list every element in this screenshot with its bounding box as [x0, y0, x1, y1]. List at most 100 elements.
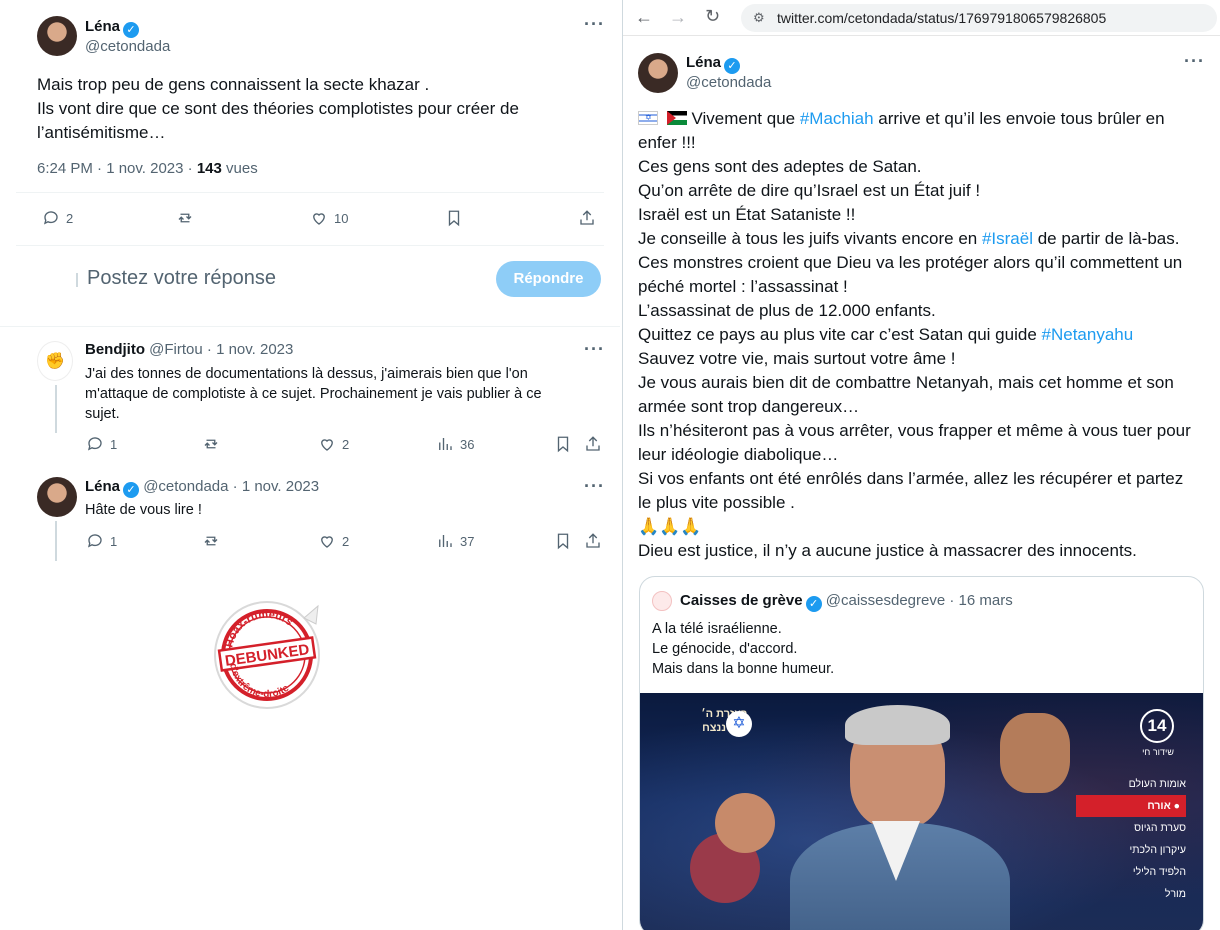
embedded-video[interactable]: בעזרת ה׳ יחד ננצח! ✡ 14 שידור חי אומות ה… [640, 693, 1203, 930]
reply-button[interactable]: 2 [42, 209, 73, 227]
hashtag-link[interactable]: #Netanyahu [1042, 325, 1134, 344]
view-count: 36 [460, 436, 475, 452]
reply-date[interactable]: · 1 nov. 2023 [228, 478, 319, 495]
tweet-line: Ils n’hésiteront pas à vous arrêter, vou… [638, 421, 1191, 440]
author-handle[interactable]: @cetondada [85, 38, 170, 55]
address-bar[interactable]: ⚙ twitter.com/cetondada/status/176979180… [741, 4, 1217, 32]
author-handle[interactable]: @cetondada [686, 74, 771, 91]
tweet-line: Israël est un État Sataniste !! [638, 205, 856, 224]
retweet-icon [178, 213, 192, 223]
retweet-button[interactable] [202, 435, 220, 453]
reply-date[interactable]: · 1 nov. 2023 [203, 341, 293, 358]
like-count: 2 [342, 436, 350, 452]
tweet-line: Je conseille à tous les juifs vivants en… [638, 227, 1213, 251]
back-icon[interactable]: ← [635, 7, 653, 28]
bookmark-button[interactable] [554, 435, 572, 453]
views-button[interactable]: 36 [436, 435, 474, 453]
reply-button[interactable]: 1 [86, 435, 117, 453]
heart-icon [321, 536, 333, 548]
tweet-line: Ils vont dire que ce sont des théories c… [37, 99, 519, 118]
hashtag-link[interactable]: #Israël [982, 229, 1033, 248]
site-settings-icon[interactable]: ⚙ [753, 4, 765, 32]
more-options-icon[interactable]: ··· [584, 339, 605, 360]
forward-icon[interactable]: → [669, 7, 687, 28]
more-options-icon[interactable]: ··· [584, 14, 605, 35]
quoted-text: A la télé israélienne. Le génocide, d'ac… [652, 619, 834, 679]
reply-author-name[interactable]: Léna [85, 478, 120, 495]
avatar[interactable] [638, 53, 678, 93]
analytics-icon [439, 438, 452, 450]
quoted-date[interactable]: · 16 mars [945, 592, 1012, 609]
avatar[interactable] [652, 591, 672, 611]
author-name[interactable]: Léna [85, 18, 120, 35]
bookmark-button[interactable] [554, 532, 572, 550]
tweet-line: Sauvez votre vie, mais surtout votre âme… [638, 349, 956, 368]
share-icon [586, 436, 600, 451]
tweet-text-segment: arrive et qu’il les envoie tous brûler e… [873, 109, 1165, 128]
tweet-line: le plus vite possible . [638, 493, 795, 512]
bookmark-icon [557, 436, 569, 453]
reply-input[interactable]: Postez votre réponse [87, 267, 276, 290]
tweet-time[interactable]: 6:24 PM · 1 nov. 2023 · [37, 160, 197, 177]
like-count: 10 [334, 210, 349, 226]
divider [16, 192, 604, 193]
bookmark-button[interactable] [445, 209, 463, 227]
share-button[interactable] [584, 435, 602, 453]
like-button[interactable]: 2 [318, 532, 349, 550]
program-menu-item: סערת הגיוס [1134, 822, 1186, 834]
reply-submit-button[interactable]: Répondre [496, 261, 601, 297]
like-count: 2 [342, 533, 350, 549]
palestine-flag-icon [666, 111, 687, 125]
share-button[interactable] [578, 209, 596, 227]
reply-header: Bendjito @Firtou · 1 nov. 2023 [85, 341, 293, 358]
bookmark-icon [448, 210, 460, 227]
quoted-line: A la télé israélienne. [652, 621, 782, 637]
author-name[interactable]: Léna [686, 54, 721, 71]
reply-text: Hâte de vous lire ! [85, 502, 202, 518]
quoted-tweet-card[interactable]: Caisses de grève ✓ @caissesdegreve · 16 m… [639, 576, 1204, 930]
reply-count: 2 [66, 210, 74, 226]
author-name-row: Léna ✓ [686, 54, 741, 74]
tweet-line: Qu’on arrête de dire qu’Israel est un Ét… [638, 181, 981, 200]
israel-flag-icon: ✡ [638, 111, 658, 125]
tweet-line: Si vos enfants ont été enrôlés dans l’ar… [638, 469, 1184, 488]
hashtag-link[interactable]: #Machiah [800, 109, 874, 128]
reply-button[interactable]: 1 [86, 532, 117, 550]
views-button[interactable]: 37 [436, 532, 474, 550]
quoted-author-handle[interactable]: @caissesdegreve [826, 592, 945, 609]
audience-figure [1000, 713, 1070, 793]
share-icon [580, 210, 594, 225]
reply-line: J'ai des tonnes de documentations là des… [85, 366, 528, 382]
heart-icon [321, 439, 333, 451]
quote-tweet-panel: ← → ↻ ⚙ twitter.com/cetondada/status/176… [622, 0, 1220, 930]
tweet-meta: 6:24 PM · 1 nov. 2023 · 143 vues [37, 160, 258, 177]
reply-icon [87, 437, 102, 451]
more-options-icon[interactable]: ··· [584, 476, 605, 497]
program-menu-item-active: אורח ● [1076, 795, 1186, 817]
reply-author-name[interactable]: Bendjito [85, 341, 145, 358]
reply-author-handle[interactable]: @cetondada [143, 478, 228, 495]
reply-author-handle[interactable]: @Firtou [149, 341, 203, 358]
verified-badge-icon: ✓ [724, 58, 741, 74]
retweet-button[interactable] [176, 209, 194, 227]
quoted-author-name[interactable]: Caisses de grève [680, 592, 803, 609]
praying-hands-icon: 🙏🙏🙏 [638, 517, 702, 536]
avatar[interactable] [37, 16, 77, 56]
verified-badge-icon: ✓ [805, 596, 822, 612]
quoted-line: Le génocide, d'accord. [652, 641, 798, 657]
more-options-icon[interactable]: ··· [1184, 51, 1205, 72]
reply-line: sujet. [85, 406, 120, 422]
bookmark-icon [557, 533, 569, 550]
tweet-line: Ces monstres croient que Dieu va les pro… [638, 253, 1183, 272]
retweet-icon [204, 439, 218, 449]
avatar[interactable]: ✊ [37, 341, 73, 381]
share-button[interactable] [584, 532, 602, 550]
avatar[interactable] [37, 477, 77, 517]
reply-icon [87, 534, 102, 548]
like-button[interactable]: 10 [310, 209, 348, 227]
like-button[interactable]: 2 [318, 435, 349, 453]
reload-icon[interactable]: ↻ [705, 6, 720, 27]
view-count: 37 [460, 533, 475, 549]
retweet-button[interactable] [202, 532, 220, 550]
reply-header: Léna ✓ @cetondada · 1 nov. 2023 [85, 478, 319, 498]
